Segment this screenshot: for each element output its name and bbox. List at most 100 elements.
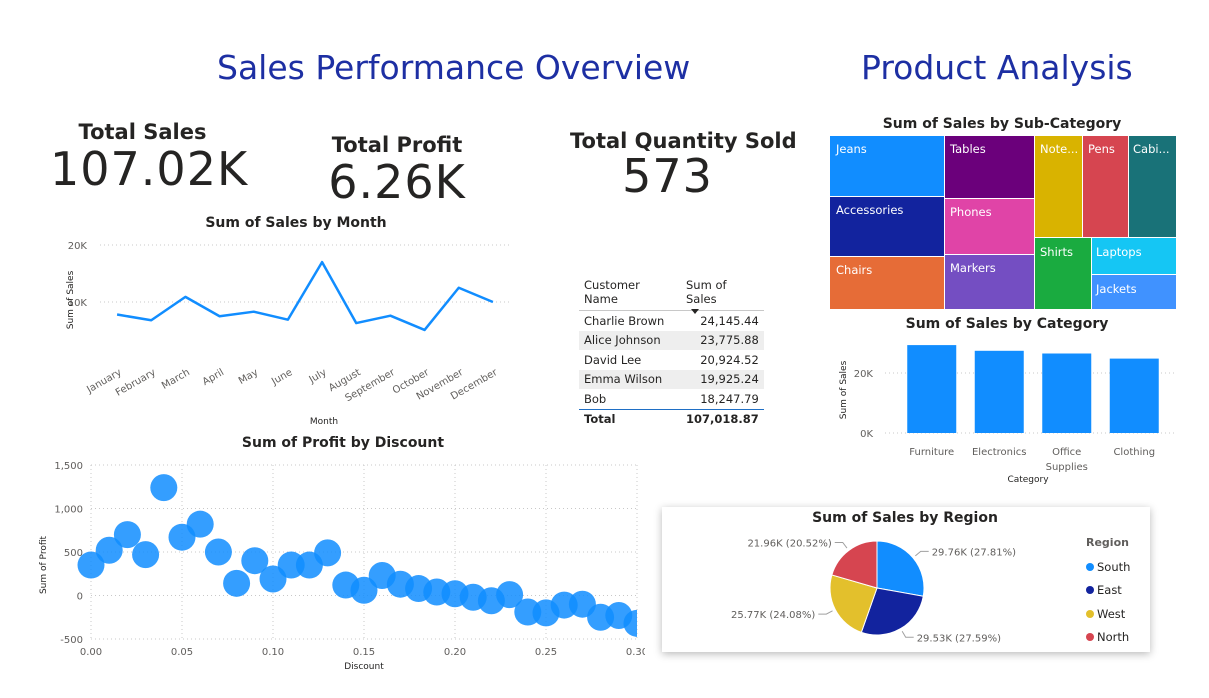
pie-data-label: 29.53K (27.59%) [917, 633, 1001, 644]
total-sales-card: Total Sales 107.02K [50, 120, 247, 196]
treemap-label: Shirts [1040, 245, 1073, 259]
monthly-x-tick-label: March [160, 367, 192, 392]
table-row[interactable]: Alice Johnson 23,775.88 [579, 330, 764, 350]
scatter-point[interactable] [113, 521, 141, 549]
scatter-y-tick-label: -500 [60, 635, 83, 646]
bar-y-tick-label: 20K [854, 369, 874, 380]
scatter-x-tick-label: 0.05 [171, 647, 193, 658]
scatter-x-tick-label: 0.25 [535, 647, 557, 658]
legend-label: South [1097, 559, 1131, 574]
treemap-label: Laptops [1096, 245, 1142, 259]
treemap-label: Jeans [835, 142, 867, 156]
legend-item-south[interactable]: South [1086, 555, 1130, 579]
customer-sales-cell: 19,925.24 [681, 369, 764, 389]
monthly-x-tick-label: May [237, 367, 260, 387]
scatter-point[interactable] [314, 539, 342, 567]
bar-x-tick-label: Office [1052, 447, 1081, 458]
bar-x-tick-label: Electronics [972, 447, 1027, 458]
treemap-label: Chairs [836, 263, 872, 277]
customer-name-cell: Emma Wilson [579, 369, 681, 389]
bar-x-tick-label: Furniture [909, 447, 954, 458]
total-value-cell: 107,018.87 [681, 408, 764, 429]
sort-desc-icon [691, 309, 699, 314]
region-legend: South East West North [1086, 555, 1130, 649]
treemap-label: Tables [949, 142, 986, 156]
subcategory-treemap: Jeans Accessories Chairs Tables Phones M… [830, 136, 1176, 309]
customer-sales-table: Customer Name Sum of Sales Charlie Brown… [579, 274, 764, 429]
monthly-y-axis-label: Sum of Sales [66, 270, 76, 329]
subcategory-chart-title: Sum of Sales by Sub-Category [882, 116, 1122, 132]
total-profit-label: Total Profit [331, 133, 463, 157]
category-bar[interactable] [1109, 358, 1159, 433]
scatter-point[interactable] [132, 541, 160, 569]
table-row[interactable]: Bob 18,247.79 [579, 389, 764, 409]
category-chart-title: Sum of Sales by Category [905, 316, 1109, 332]
table-total-row: Total 107,018.87 [579, 408, 764, 429]
customer-sales-cell: 23,775.88 [681, 330, 764, 350]
monthly-chart-title: Sum of Sales by Month [205, 215, 387, 231]
legend-label: East [1097, 583, 1122, 598]
legend-dot-icon [1086, 609, 1094, 618]
scatter-point[interactable] [150, 474, 178, 502]
scatter-point[interactable] [223, 569, 251, 597]
category-bar[interactable] [974, 350, 1024, 433]
customer-name-cell: Bob [584, 391, 607, 406]
scatter-x-tick-label: 0.00 [80, 647, 102, 658]
legend-item-west[interactable]: West [1086, 602, 1130, 626]
scatter-point[interactable] [186, 510, 214, 538]
pie-leader-line [915, 550, 929, 557]
legend-label: West [1097, 606, 1126, 621]
scatter-x-tick-label: 0.20 [444, 647, 466, 658]
table-row[interactable]: David Lee 20,924.52 [579, 350, 764, 370]
customer-sales-cell: 20,924.52 [700, 352, 759, 367]
sum-of-sales-header[interactable]: Sum of Sales [681, 274, 764, 314]
monthly-x-axis-label: Month [310, 417, 338, 427]
treemap-label: Markers [950, 261, 996, 275]
scatter-y-axis-label: Sum of Profit [39, 536, 49, 595]
total-sales-label: Total Sales [78, 120, 207, 144]
customer-name-header[interactable]: Customer Name [579, 274, 681, 311]
scatter-point[interactable] [204, 538, 232, 566]
table-row[interactable]: Emma Wilson 19,925.24 [579, 369, 764, 389]
discount-chart-title: Sum of Profit by Discount [241, 435, 445, 451]
scatter-x-axis-label: Discount [344, 662, 384, 672]
pie-slice[interactable] [876, 540, 925, 597]
legend-item-north[interactable]: North [1086, 626, 1130, 650]
sales-section-title: Sales Performance Overview [217, 48, 691, 87]
category-bar[interactable] [907, 345, 957, 433]
bar-x-tick-label: Supplies [1046, 462, 1088, 473]
monthly-sales-line-chart: 10K20K JanuaryFebruary March April May June J… [66, 241, 510, 427]
bar-x-tick-label: Clothing [1113, 447, 1155, 458]
table-row[interactable]: Charlie Brown 24,145.44 [579, 311, 764, 331]
pie-data-label: 21.96K (20.52%) [747, 538, 831, 549]
legend-dot-icon [1086, 586, 1094, 595]
pie-leader-line [901, 630, 914, 638]
category-sales-bar-chart: 0K 20K Furniture Electronics Office Supplies… [839, 345, 1175, 485]
scatter-y-tick-label: 1,000 [54, 505, 83, 516]
scatter-y-tick-label: 0 [77, 592, 83, 603]
monthly-x-tick-label: April [201, 367, 226, 388]
profit-discount-scatter-chart: -50005001,0001,500 0.00 0.05 0.10 0.15 0.20 0… [39, 461, 645, 672]
bar-y-tick-label: 0K [860, 429, 873, 440]
scatter-x-tick-label: 0.15 [353, 647, 375, 658]
region-pie-chart: 29.76K (27.81%) 29.53K (27.59%) 25.77K (24… [731, 538, 1016, 644]
pie-leader-line [818, 610, 833, 615]
sum-of-sales-header-label: Sum of Sales [686, 278, 727, 306]
product-section-title: Product Analysis [861, 48, 1133, 87]
total-quantity-card: Total Quantity Sold 573 [570, 129, 797, 203]
treemap-label: Accessories [836, 203, 903, 217]
legend-item-east[interactable]: East [1086, 579, 1130, 603]
category-bar[interactable] [1042, 353, 1092, 434]
region-pie-card: Sum of Sales by Region 29.76K (27.81%) 29… [662, 507, 1150, 652]
pie-leader-line [834, 541, 848, 549]
monthly-y-tick-label: 20K [68, 241, 88, 252]
treemap-label: Cabi... [1133, 142, 1170, 156]
pie-data-label: 29.76K (27.81%) [932, 547, 1016, 558]
monthly-sales-line [116, 260, 494, 332]
total-profit-value: 6.26K [328, 155, 466, 209]
region-legend-title: Region [1086, 536, 1129, 549]
treemap-label: Phones [950, 205, 992, 219]
total-quantity-value: 573 [622, 149, 713, 203]
customer-name-cell: David Lee [584, 352, 642, 367]
scatter-x-tick-label: 0.10 [262, 647, 284, 658]
